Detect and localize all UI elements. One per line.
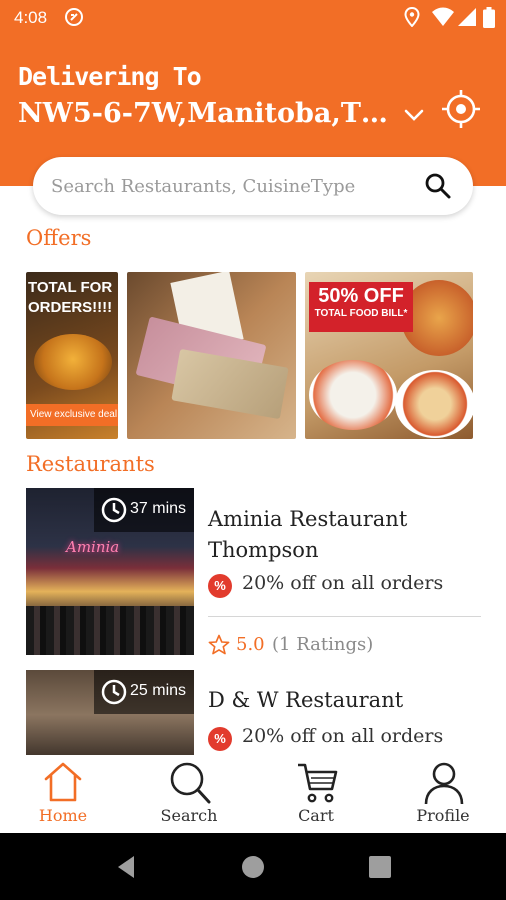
offer-banner[interactable]: TOTAL FOR ORDERS!!!! View exclusive deal: [26, 272, 118, 439]
restaurant-card[interactable]: Aminia 37 mins Aminia Restaurant Thompso…: [26, 488, 481, 658]
nav-profile-label: Profile: [416, 806, 470, 825]
restaurant-sign: Aminia: [66, 538, 120, 556]
promo-subline: TOTAL FOOD BILL*: [314, 308, 408, 319]
ratings-count: (1 Ratings): [272, 634, 374, 655]
restaurant-name: D & W Restaurant: [208, 688, 404, 712]
search-icon[interactable]: [424, 172, 452, 200]
offer-cta: View exclusive deal: [26, 404, 118, 426]
discount-icon: %: [208, 727, 232, 751]
signal-icon: [458, 8, 476, 26]
divider: [208, 616, 481, 617]
promo-badge: 50% OFF TOTAL FOOD BILL*: [309, 282, 413, 332]
banknote-image: [171, 348, 289, 420]
chevron-down-icon[interactable]: [402, 106, 426, 124]
promo-headline: 50% OFF: [318, 285, 404, 307]
nav-cart-label: Cart: [298, 806, 334, 825]
offer-banner[interactable]: 50% OFF TOTAL FOOD BILL*: [305, 272, 473, 439]
search-bar[interactable]: [33, 157, 473, 215]
delivery-time-badge: 25 mins: [94, 670, 194, 714]
food-image: [309, 360, 397, 430]
status-bar: 4:08: [0, 0, 506, 36]
delivery-time-badge: 37 mins: [94, 488, 194, 532]
restaurant-card[interactable]: 25 mins D & W Restaurant % 20% off on al…: [26, 670, 481, 760]
delivery-time: 25 mins: [130, 682, 187, 699]
offer-headline: TOTAL FOR ORDERS!!!!: [28, 279, 113, 316]
back-icon[interactable]: [116, 855, 136, 879]
search-input[interactable]: [51, 171, 411, 201]
nav-home-label: Home: [38, 806, 88, 825]
offer-banner[interactable]: [127, 272, 296, 439]
battery-icon: [483, 7, 495, 28]
cart-icon: [298, 763, 338, 803]
wifi-icon: [432, 7, 454, 26]
delivery-time: 37 mins: [130, 500, 187, 517]
restaurant-name: Aminia Restaurant Thompson: [208, 507, 408, 562]
home-icon: [44, 762, 82, 802]
restaurant-image: Aminia 37 mins: [26, 488, 194, 655]
app-notification-icon: [65, 8, 83, 26]
star-icon: [208, 634, 230, 655]
delivering-to-label: Delivering To: [18, 62, 202, 91]
status-time: 4:08: [14, 8, 48, 27]
home-button-icon[interactable]: [242, 856, 264, 878]
nav-search-label: Search: [160, 806, 218, 825]
search-icon: [170, 762, 211, 804]
nav-search[interactable]: Search: [139, 755, 239, 833]
system-navigation-bar: [0, 833, 506, 900]
restaurant-image: 25 mins: [26, 670, 194, 760]
profile-icon: [424, 762, 464, 805]
rating-value: 5.0: [236, 634, 265, 655]
offers-title: Offers: [26, 226, 92, 250]
nav-profile[interactable]: Profile: [393, 755, 493, 833]
clock-icon: [101, 679, 127, 705]
food-image: [34, 334, 112, 390]
bottom-navigation: Home Search Cart Profile: [0, 755, 506, 833]
offer-text: 20% off on all orders: [242, 572, 444, 594]
nav-home[interactable]: Home: [13, 755, 113, 833]
location-icon: [404, 7, 420, 27]
clock-icon: [101, 497, 127, 523]
gps-target-icon[interactable]: [440, 88, 482, 130]
recent-apps-icon[interactable]: [369, 856, 391, 878]
crowd-image: [26, 606, 194, 655]
discount-icon: %: [208, 574, 232, 598]
restaurants-title: Restaurants: [26, 452, 155, 476]
food-image: [395, 370, 473, 438]
offer-text: 20% off on all orders: [242, 725, 444, 747]
nav-cart[interactable]: Cart: [266, 755, 366, 833]
delivery-address[interactable]: NW5-6-7W,Manitoba,Th...: [18, 98, 398, 129]
